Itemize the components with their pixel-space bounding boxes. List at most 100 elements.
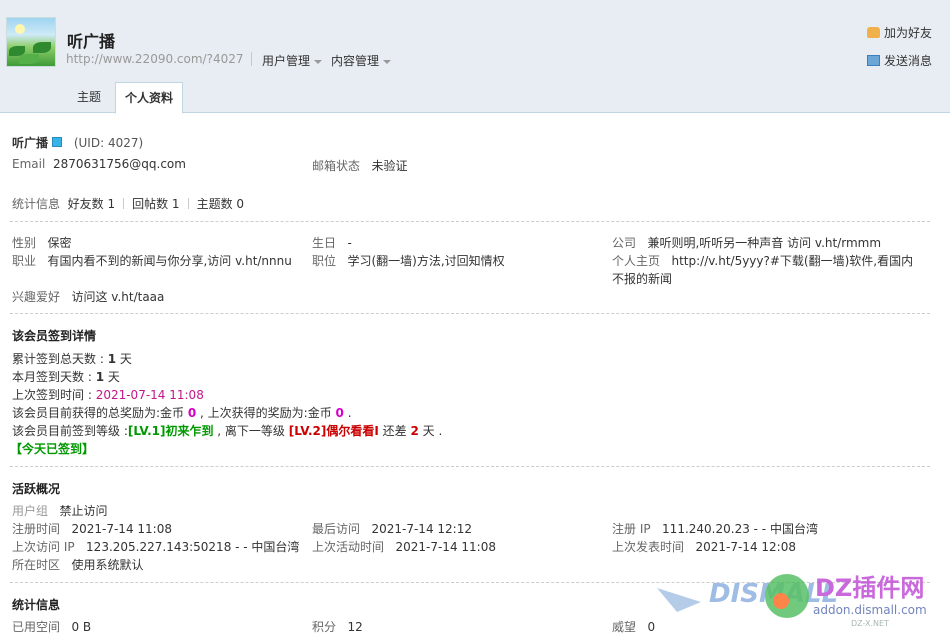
usergroup-value[interactable]: 禁止访问	[59, 504, 107, 518]
last-post-row: 上次发表时间 2021-7-14 12:08	[612, 538, 796, 555]
add-friend-button[interactable]: 加为好友	[867, 24, 932, 41]
stats-title: 统计信息	[12, 598, 61, 612]
send-message-label: 发送消息	[884, 54, 933, 68]
header-username: 听广播	[67, 32, 116, 51]
add-friend-icon	[867, 27, 880, 38]
homepage-label: 个人主页	[612, 254, 661, 268]
checkin-level-row: 该会员目前签到等级 :[LV.1]初来乍到 , 离下一等级 [LV.2]偶尔看看…	[12, 422, 442, 439]
friends-count-link[interactable]: 好友数 1	[68, 197, 115, 211]
user-manage-menu[interactable]: 用户管理	[262, 52, 323, 69]
checkin-title: 该会员签到详情	[12, 329, 97, 343]
today-checkin-status: 【今天已签到】	[10, 440, 94, 457]
level-current: [LV.1]初来乍到	[127, 424, 214, 438]
avatar-sun-shape	[15, 24, 25, 34]
last-post-value: 2021-7-14 12:08	[695, 540, 796, 554]
email-status-row: 邮箱状态 未验证	[312, 157, 407, 174]
checkin-total-unit: 天	[116, 352, 132, 366]
replies-count-link[interactable]: 回帖数 1	[132, 197, 179, 211]
last-ip-row: 上次访问 IP 123.205.227.143:50218 - - 中国台湾	[12, 538, 299, 555]
tab-profile[interactable]: 个人资料	[115, 82, 184, 114]
hobby-label: 兴趣爱好	[12, 290, 61, 304]
birthday-row: 生日 -	[312, 234, 352, 251]
checkin-month-unit: 天	[104, 370, 120, 384]
reg-ip-row: 注册 IP 111.240.20.23 - - 中国台湾	[612, 520, 818, 537]
homepage-value-cont: 不报的新闻	[612, 272, 673, 286]
checkin-month-row: 本月签到天数 : 1 天	[12, 368, 120, 385]
checkin-total-row: 累计签到总天数 : 1 天	[12, 350, 132, 367]
occupation-row: 职业 有国内看不到的新闻与你分享,访问 v.ht/nnnu	[12, 252, 292, 269]
homepage-value[interactable]: http://v.ht/5yyy?#下载(翻一墙)软件,看国内	[671, 254, 913, 268]
prestige-value: 0	[647, 620, 656, 634]
position-label: 职位	[312, 254, 337, 268]
level-next: [LV.2]偶尔看看I	[288, 424, 379, 438]
checkin-total-days: 1	[107, 352, 117, 366]
send-message-button[interactable]: 发送消息	[867, 52, 932, 69]
stats-label: 统计信息	[12, 197, 61, 211]
level-gap-label: 还差	[378, 424, 411, 438]
hobby-value: 访问这 v.ht/taaa	[71, 290, 165, 304]
reward-last: 0	[335, 406, 344, 420]
checkin-last-row: 上次签到时间 : 2021-07-14 11:08	[12, 386, 204, 403]
divider	[187, 198, 189, 209]
avatar-leaf-shape	[33, 42, 51, 53]
timezone-row: 所在时区 使用系统默认	[12, 556, 143, 573]
watermark-sub: DZ-X.NET	[851, 619, 889, 628]
last-active-row: 上次活动时间 2021-7-14 11:08	[312, 538, 496, 555]
mail-icon	[867, 55, 880, 66]
watermark-mid: DZ插件网	[815, 574, 924, 602]
reg-ip-label: 注册 IP	[612, 522, 651, 536]
chevron-down-icon	[383, 59, 392, 64]
birthday-value: -	[347, 236, 352, 250]
checkin-last-label: 上次签到时间 :	[12, 388, 96, 402]
space-row: 已用空间 0 B	[12, 618, 91, 635]
space-label: 已用空间	[12, 620, 61, 634]
user-manage-label: 用户管理	[262, 54, 311, 68]
gender-row: 性别 保密	[12, 234, 71, 251]
company-label: 公司	[612, 236, 637, 250]
occupation-label: 职业	[12, 254, 37, 268]
divider	[251, 52, 252, 66]
level-mid-label: , 离下一等级	[213, 424, 289, 438]
last-post-label: 上次发表时间	[612, 540, 685, 554]
last-active-label: 上次活动时间	[312, 540, 385, 554]
last-visit-row: 最后访问 2021-7-14 12:12	[312, 520, 472, 537]
reward-mid-label: , 上次获得的奖励为:金币	[196, 406, 336, 420]
points-value: 12	[347, 620, 363, 634]
level-gap-unit: 天 .	[418, 424, 443, 438]
reg-time-label: 注册时间	[12, 522, 61, 536]
threads-count-link[interactable]: 主题数 0	[197, 197, 244, 211]
reward-end: .	[343, 406, 352, 420]
avatar[interactable]	[6, 17, 56, 67]
points-row: 积分 12	[312, 618, 363, 635]
uid: (UID: 4027)	[73, 136, 144, 150]
watermark-logo-dot	[773, 593, 789, 609]
activity-title: 活跃概况	[12, 482, 61, 496]
reg-time-value: 2021-7-14 11:08	[71, 522, 172, 536]
profile-url[interactable]: http://www.22090.com/?4027	[66, 52, 244, 66]
site-watermark: DISMALL DZ插件网 addon.dismall.com DZ-X.NET	[657, 574, 927, 628]
reward-total: 0	[187, 406, 197, 420]
divider	[123, 198, 125, 209]
prestige-label: 威望	[612, 620, 637, 634]
usergroup-row: 用户组 禁止访问	[12, 502, 107, 519]
checkin-total-label: 累计签到总天数 :	[12, 352, 108, 366]
content-manage-label: 内容管理	[331, 54, 380, 68]
email-row: Email 2870631756@qq.com	[12, 157, 186, 171]
email-status-label: 邮箱状态	[312, 159, 361, 173]
content-manage-menu[interactable]: 内容管理	[331, 52, 392, 69]
profile-header: 听广播 http://www.22090.com/?4027 用户管理 内容管理…	[0, 0, 950, 114]
last-visit-value: 2021-7-14 12:12	[371, 522, 472, 536]
usergroup-label: 用户组	[12, 504, 49, 518]
tab-threads[interactable]: 主题	[77, 82, 101, 112]
space-value: 0 B	[71, 620, 92, 634]
prestige-row: 威望 0	[612, 618, 655, 635]
reward-label: 该会员目前获得的总奖励为:金币	[12, 406, 188, 420]
company-value: 兼听则明,听听另一种声音 访问 v.ht/rmmm	[647, 236, 882, 250]
chevron-down-icon	[314, 59, 323, 64]
online-status-icon	[52, 137, 63, 147]
reg-time-row: 注册时间 2021-7-14 11:08	[12, 520, 172, 537]
hobby-row: 兴趣爱好 访问这 v.ht/taaa	[12, 288, 164, 305]
timezone-label: 所在时区	[12, 558, 61, 572]
gender-label: 性别	[12, 236, 37, 250]
checkin-month-days: 1	[95, 370, 105, 384]
